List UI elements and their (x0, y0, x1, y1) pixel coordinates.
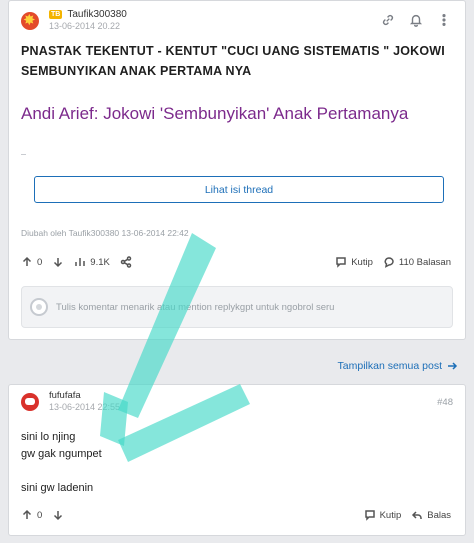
reply-timestamp: 13-06-2014 22:55 (49, 402, 121, 413)
reply-line: sini gw ladenin (21, 482, 94, 494)
edited-note: Diubah oleh Taufik300380 13-06-2014 22:4… (21, 228, 189, 238)
reply-body: sini lo njing gw gak ngumpet sini gw lad… (21, 429, 102, 497)
quote-bubble-icon (336, 257, 346, 268)
reply-icon (412, 511, 422, 519)
show-all-posts-label: Tampilkan semua post (337, 360, 442, 372)
thread-username[interactable]: Taufik300380 (67, 9, 127, 20)
reply-line: sini lo njing (21, 431, 76, 443)
view-thread-button[interactable]: Lihat isi thread (34, 176, 444, 203)
vote-count: 0 (37, 509, 43, 521)
arrow-down-icon[interactable] (52, 509, 64, 521)
thread-timestamp: 13-06-2014 20.22 (49, 21, 121, 31)
avatar[interactable] (21, 393, 39, 411)
reply-header: fufufafa 13-06-2014 22:55 (21, 390, 121, 413)
quote-label: Kutip (379, 509, 402, 521)
user-badge: TB (49, 9, 63, 20)
link-icon[interactable] (381, 13, 395, 27)
arrow-right-icon (448, 362, 458, 370)
comment-placeholder: Tulis komentar menarik atau mention repl… (56, 301, 335, 313)
quote-bubble-icon (364, 510, 375, 521)
reply-button[interactable]: Balas (411, 509, 451, 521)
vote-count: 0 (37, 256, 43, 268)
comment-bubble-icon (384, 257, 394, 268)
divider (21, 154, 26, 155)
reply-card: fufufafa 13-06-2014 22:55 #48 sini lo nj… (8, 384, 466, 536)
arrow-up-icon[interactable] (21, 256, 33, 268)
replies-count: 110 Balasan (398, 256, 451, 268)
arrow-up-icon[interactable] (21, 509, 33, 521)
quote-button[interactable]: Kutip (364, 509, 402, 521)
more-vertical-icon[interactable] (437, 13, 451, 27)
post-number[interactable]: #48 (437, 397, 453, 408)
thread-card: TB Taufik300380 13-06-2014 20.22 PNASTAK… (8, 0, 466, 340)
chart-icon (75, 258, 86, 266)
avatar[interactable] (21, 11, 39, 30)
user-avatar-placeholder-icon (30, 298, 48, 316)
thread-headline: Andi Arief: Jokowi 'Sembunyikan' Anak Pe… (21, 104, 409, 123)
view-count: 9.1K (90, 256, 110, 268)
thread-title[interactable]: PNASTAK TEKENTUT - KENTUT "CUCI UANG SIS… (21, 41, 451, 81)
replies-button[interactable]: 110 Balasan (383, 256, 451, 268)
reply-actions: 0 Kutip Balas (21, 509, 455, 521)
arrow-down-icon[interactable] (52, 256, 64, 268)
reply-label: Balas (427, 509, 451, 521)
comment-input[interactable]: Tulis komentar menarik atau mention repl… (21, 286, 453, 328)
reply-username[interactable]: fufufafa (49, 390, 120, 401)
quote-label: Kutip (351, 256, 373, 268)
reply-line: gw gak ngumpet (21, 448, 102, 460)
thread-actions: 0 9.1K Kutip 110 Balasan (21, 256, 455, 268)
quote-button[interactable]: Kutip (335, 256, 373, 268)
show-all-posts-link[interactable]: Tampilkan semua post (338, 360, 458, 372)
thread-header: TB Taufik300380 13-06-2014 20.22 (21, 9, 127, 32)
bell-icon[interactable] (409, 13, 423, 27)
share-icon[interactable] (120, 256, 132, 268)
